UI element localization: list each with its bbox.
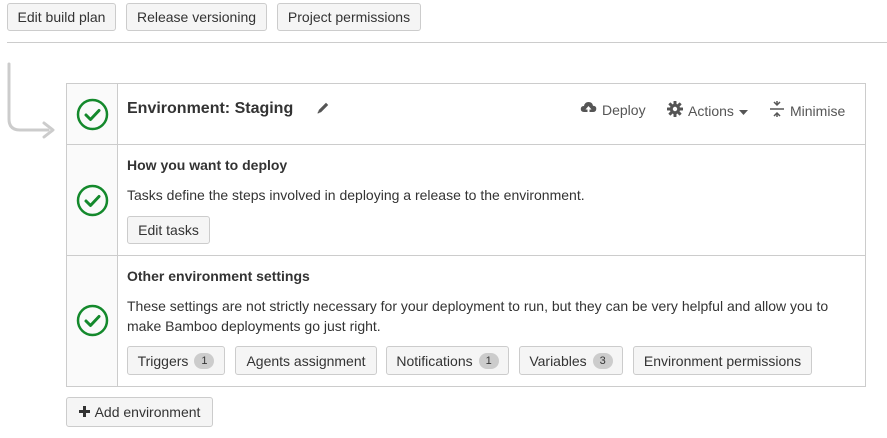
- toolbar-divider: [7, 42, 887, 43]
- deploy-tasks-status-gutter: [67, 145, 118, 255]
- variables-count-badge: 3: [592, 352, 613, 369]
- edit-tasks-label: Edit tasks: [138, 222, 199, 238]
- edit-build-plan-label: Edit build plan: [17, 9, 106, 25]
- triggers-button[interactable]: Triggers 1: [127, 346, 225, 375]
- settings-description-line1: These settings are not strictly necessar…: [127, 298, 829, 314]
- release-versioning-label: Release versioning: [136, 9, 257, 25]
- minimise-label: Minimise: [790, 102, 846, 119]
- environment-settings-section: Other environment settings These setting…: [67, 256, 865, 386]
- gear-icon: [667, 101, 683, 120]
- edit-tasks-button[interactable]: Edit tasks: [127, 216, 210, 244]
- project-permissions-label: Project permissions: [287, 9, 411, 25]
- cloud-upload-icon: [580, 101, 597, 119]
- environment-header: Environment: Staging Deploy Actions Mini…: [67, 84, 865, 145]
- variables-label: Variables: [529, 352, 587, 369]
- plus-icon: [78, 404, 90, 420]
- triggers-count-badge: 1: [194, 352, 215, 369]
- environment-panel: Environment: Staging Deploy Actions Mini…: [66, 83, 866, 387]
- check-circle-icon: [76, 304, 109, 337]
- check-circle-icon: [76, 98, 109, 131]
- settings-description-line2: make Bamboo deployments go just right.: [127, 318, 381, 334]
- settings-section-heading: Other environment settings: [127, 268, 310, 284]
- notifications-count-badge: 1: [478, 352, 499, 369]
- triggers-label: Triggers: [137, 352, 189, 369]
- minimise-action[interactable]: Minimise: [769, 101, 845, 120]
- environment-permissions-label: Environment permissions: [643, 352, 802, 369]
- project-permissions-button[interactable]: Project permissions: [277, 3, 421, 31]
- variables-button[interactable]: Variables 3: [519, 346, 623, 375]
- deploy-tasks-section: How you want to deploy Tasks define the …: [67, 145, 865, 256]
- actions-label: Actions: [688, 102, 734, 119]
- release-versioning-button[interactable]: Release versioning: [126, 3, 267, 31]
- deploy-label: Deploy: [602, 102, 646, 118]
- environment-title: Environment: Staging: [127, 100, 294, 117]
- check-circle-icon: [76, 184, 109, 217]
- settings-status-gutter: [67, 256, 118, 386]
- deploy-action[interactable]: Deploy: [580, 101, 646, 119]
- collapse-icon: [769, 101, 785, 120]
- agents-assignment-label: Agents assignment: [246, 352, 366, 369]
- add-environment-button[interactable]: Add environment: [66, 397, 213, 427]
- pencil-icon[interactable]: [315, 100, 331, 116]
- environment-status-gutter: [67, 84, 118, 144]
- environment-connector-arrow: [0, 60, 60, 140]
- edit-build-plan-button[interactable]: Edit build plan: [7, 3, 116, 31]
- agents-assignment-button[interactable]: Agents assignment: [235, 346, 377, 375]
- actions-dropdown[interactable]: Actions: [667, 101, 748, 120]
- notifications-label: Notifications: [396, 352, 473, 369]
- add-environment-label: Add environment: [94, 404, 201, 420]
- deploy-section-description: Tasks define the steps involved in deplo…: [127, 187, 585, 203]
- deploy-section-heading: How you want to deploy: [127, 157, 288, 173]
- notifications-button[interactable]: Notifications 1: [386, 346, 509, 375]
- environment-permissions-button[interactable]: Environment permissions: [633, 346, 812, 375]
- caret-down-icon: [738, 103, 748, 119]
